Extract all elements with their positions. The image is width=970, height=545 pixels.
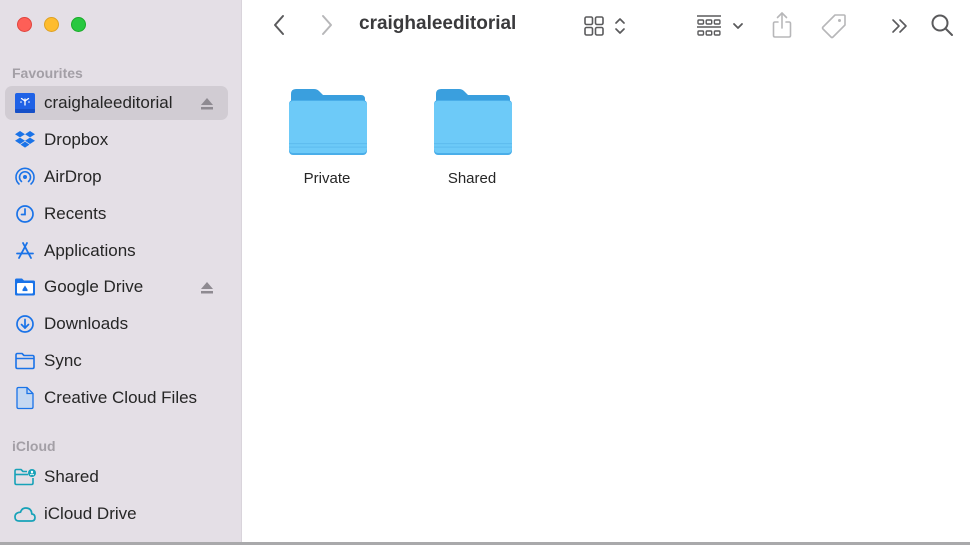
tags-button[interactable] bbox=[819, 11, 849, 41]
folder-icon bbox=[289, 89, 367, 155]
sidebar-item-label: Downloads bbox=[44, 314, 129, 333]
minimize-button[interactable] bbox=[44, 17, 59, 32]
sidebar-item-google-drive[interactable]: Google Drive bbox=[5, 270, 228, 304]
folder-item-shared[interactable]: Shared bbox=[417, 86, 527, 187]
folder-name: Private bbox=[303, 170, 351, 187]
up-down-chevron-icon bbox=[614, 18, 625, 34]
back-button[interactable] bbox=[268, 12, 290, 38]
eject-icon[interactable] bbox=[200, 281, 214, 294]
more-toolbar-button[interactable] bbox=[888, 14, 912, 38]
folder-icon bbox=[434, 89, 512, 155]
sidebar-item-downloads[interactable]: Downloads bbox=[5, 307, 228, 341]
sidebar-item-label: craighaleeditorial bbox=[44, 93, 173, 112]
group-button[interactable] bbox=[694, 13, 746, 39]
sidebar-item-creative-cloud-files[interactable]: Creative Cloud Files bbox=[5, 381, 228, 415]
sidebar-item-icloud-shared[interactable]: Shared bbox=[5, 460, 228, 494]
group-by-icon bbox=[697, 15, 721, 36]
sidebar-item-label: Dropbox bbox=[44, 130, 109, 149]
sidebar-item-dropbox[interactable]: Dropbox bbox=[5, 123, 228, 157]
zoom-button[interactable] bbox=[71, 17, 86, 32]
sidebar-item-label: Recents bbox=[44, 204, 107, 223]
sidebar-item-label: Applications bbox=[44, 241, 136, 260]
sidebar-item-label: iCloud Drive bbox=[44, 504, 137, 523]
window-title: craighaleeditorial bbox=[359, 13, 517, 34]
section-title-favourites: Favourites bbox=[12, 65, 83, 81]
sidebar-item-craighaleeditorial[interactable]: craighaleeditorial bbox=[5, 86, 228, 120]
sidebar-item-label: Sync bbox=[44, 351, 82, 370]
file-browser-content: Private Shared bbox=[242, 52, 970, 542]
eject-icon[interactable] bbox=[200, 97, 214, 110]
forward-button[interactable] bbox=[316, 12, 338, 38]
chevron-left-icon bbox=[274, 15, 284, 35]
shared-folder-icon bbox=[13, 466, 37, 488]
folder-item-private[interactable]: Private bbox=[272, 86, 382, 187]
view-mode-button[interactable] bbox=[578, 13, 630, 39]
chevron-down-icon bbox=[733, 23, 743, 29]
icon-grid-icon bbox=[583, 16, 604, 36]
network-drive-icon bbox=[13, 92, 37, 114]
sidebar-item-label: Creative Cloud Files bbox=[44, 388, 198, 407]
share-button[interactable] bbox=[769, 10, 795, 40]
airdrop-icon bbox=[13, 166, 37, 188]
sidebar-item-label: Google Drive bbox=[44, 277, 144, 296]
cloud-icon bbox=[13, 503, 37, 525]
folder-name: Shared bbox=[447, 170, 497, 187]
applications-icon bbox=[13, 240, 37, 262]
finder-window: Favourites craighaleeditorial Dropbox Ai… bbox=[0, 0, 970, 542]
traffic-lights bbox=[17, 17, 86, 32]
google-drive-folder-icon bbox=[13, 276, 37, 298]
sidebar-item-icloud-drive[interactable]: iCloud Drive bbox=[5, 497, 228, 531]
folder-icon bbox=[13, 350, 37, 372]
document-icon bbox=[13, 386, 37, 410]
chevron-right-icon bbox=[322, 15, 332, 35]
section-title-icloud: iCloud bbox=[12, 438, 56, 454]
double-chevron-right-icon bbox=[892, 19, 907, 33]
sidebar-item-recents[interactable]: Recents bbox=[5, 197, 228, 231]
search-icon bbox=[931, 14, 953, 36]
sidebar-item-label: Shared bbox=[44, 467, 99, 486]
sidebar-item-sync[interactable]: Sync bbox=[5, 344, 228, 378]
sidebar-item-applications[interactable]: Applications bbox=[5, 234, 228, 268]
dropbox-icon bbox=[13, 129, 37, 151]
clock-icon bbox=[13, 203, 37, 225]
search-button[interactable] bbox=[929, 12, 955, 38]
download-icon bbox=[13, 313, 37, 335]
sidebar-item-label: AirDrop bbox=[44, 167, 102, 186]
close-button[interactable] bbox=[17, 17, 32, 32]
tag-icon bbox=[821, 14, 846, 39]
sidebar: Favourites craighaleeditorial Dropbox Ai… bbox=[0, 0, 242, 542]
share-icon bbox=[772, 12, 792, 38]
sidebar-item-airdrop[interactable]: AirDrop bbox=[5, 160, 228, 194]
toolbar: craighaleeditorial bbox=[242, 0, 970, 52]
